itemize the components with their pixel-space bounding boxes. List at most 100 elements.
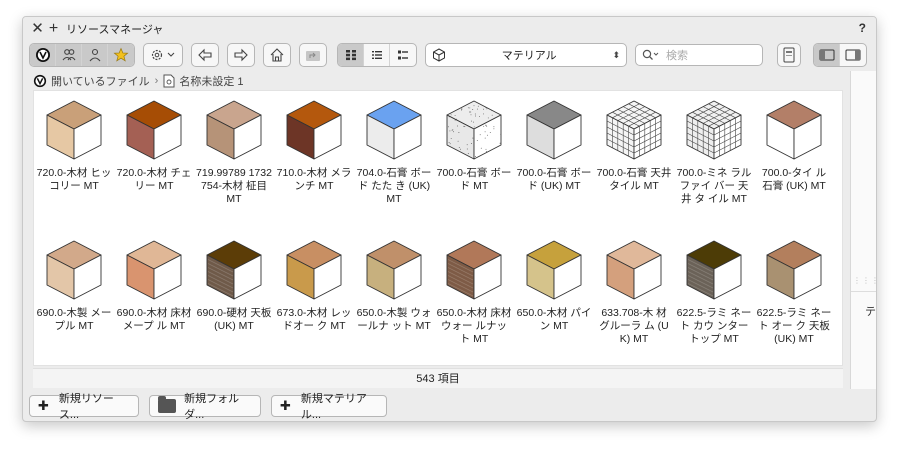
material-thumbnail[interactable]: 633.708-木 材 グルーラ ム (UK) MT	[594, 239, 674, 346]
detail-list-view-icon[interactable]	[390, 44, 416, 66]
resource-type-select[interactable]: マテリアル ⬍	[425, 43, 627, 67]
material-cube-icon	[446, 240, 502, 301]
new-resource-label: 新規リソース...	[58, 393, 114, 421]
bottom-bar: ✚ 新規リソース... 新規フォルダ... ✚ 新規マテリアル...	[29, 393, 397, 421]
add-icon[interactable]: +	[47, 21, 60, 37]
new-resource-button[interactable]: ✚ 新規リソース...	[29, 393, 139, 421]
material-thumbnail[interactable]: 650.0-木材 床材 ウォー ルナット MT	[434, 239, 514, 346]
arrow-left-icon	[198, 48, 212, 62]
material-cube-icon	[686, 100, 742, 160]
parent-folder-button[interactable]	[299, 43, 327, 67]
material-cube-icon	[366, 240, 422, 300]
folder-icon	[158, 396, 177, 413]
sidebar-right-icon[interactable]	[840, 44, 866, 66]
close-icon[interactable]: ✕	[31, 21, 44, 36]
user-icon[interactable]	[82, 44, 108, 66]
preview-pane-button[interactable]	[777, 43, 801, 67]
home-button[interactable]	[263, 43, 291, 67]
chevron-right-icon: ›	[154, 75, 159, 87]
favorites-star-icon[interactable]	[108, 44, 134, 66]
material-label: 720.0-木材 ヒッコリー MT	[36, 167, 112, 192]
thumbnail-view-icon[interactable]	[338, 44, 364, 66]
material-thumbnail[interactable]: 690.0-木材 床材 メープ ル MT	[114, 239, 194, 333]
material-cube-icon	[526, 100, 582, 160]
plus-icon: ✚	[38, 398, 49, 413]
material-thumbnail[interactable]: 650.0-木材 パイン MT	[514, 239, 594, 333]
arrow-right-icon	[234, 48, 248, 62]
splitter-handle[interactable]: ⋮⋮⋮	[853, 276, 876, 285]
breadcrumb-open-files[interactable]: 開いているファイル	[51, 73, 150, 89]
new-folder-label: 新規フォルダ...	[184, 393, 240, 421]
material-cube-icon	[446, 100, 502, 160]
material-thumbnail[interactable]: 700.0-タイ ル 石膏 (UK) MT	[754, 99, 834, 193]
material-label: 690.0-木材 床材 メープ ル MT	[116, 307, 192, 332]
material-label: 650.0-木材 パイン MT	[516, 307, 592, 332]
users-icon[interactable]	[56, 44, 82, 66]
material-thumbnail[interactable]: 700.0-石膏 ボード (UK) MT	[514, 99, 594, 193]
material-cube-icon	[286, 240, 342, 300]
material-thumbnail[interactable]: 622.5-ラミ ネート オー ク 天板 (UK) MT	[754, 239, 834, 346]
library-filter-group	[29, 43, 135, 67]
preview-side-panel: ⋮⋮⋮ テ	[850, 71, 876, 389]
breadcrumb: 開いているファイル › 名称未設定 1	[33, 71, 843, 91]
panel-layout-group	[813, 43, 867, 67]
material-cube-icon	[366, 100, 422, 160]
material-label: 700.0-石膏 ボード MT	[436, 167, 512, 192]
document-icon	[163, 74, 175, 88]
material-thumbnail[interactable]: 719.99789 1732754-木材 柾目 MT	[194, 99, 274, 206]
resource-grid: 720.0-木材 ヒッコリー MT 720.0-木材 チェリー MT 719.997…	[33, 90, 843, 366]
help-icon[interactable]: ?	[859, 21, 866, 35]
material-thumbnail[interactable]: 690.0-木製 メープル MT	[34, 239, 114, 333]
material-label: 710.0-木材 メランチ MT	[276, 167, 352, 192]
back-button[interactable]	[191, 43, 219, 67]
material-cube-icon	[606, 240, 662, 300]
material-thumbnail[interactable]: 720.0-木材 チェリー MT	[114, 99, 194, 193]
material-label: 719.99789 1732754-木材 柾目 MT	[196, 167, 272, 205]
material-thumbnail[interactable]: 704.0-石膏 ボード たた き (UK) MT	[354, 99, 434, 206]
material-label: 700.0-石膏 ボード (UK) MT	[516, 167, 592, 192]
view-mode-group	[337, 43, 417, 67]
vectorworks-logo-icon[interactable]	[30, 44, 56, 66]
material-thumbnail[interactable]: 622.5-ラミ ネート カウ ンタートップ MT	[674, 239, 754, 346]
home-icon	[270, 48, 284, 62]
settings-menu-button[interactable]	[143, 43, 183, 67]
material-label: 700.0-ミネ ラル ファイ バー 天井 タ イル MT	[676, 167, 752, 205]
material-label: 622.5-ラミ ネート オー ク 天板 (UK) MT	[756, 307, 832, 345]
material-thumbnail[interactable]: 710.0-木材 メランチ MT	[274, 99, 354, 193]
new-material-button[interactable]: ✚ 新規マテリアル...	[271, 393, 387, 421]
resource-type-value: マテリアル	[501, 50, 557, 62]
preview-panel-icon	[783, 47, 795, 63]
gear-icon	[151, 49, 175, 61]
chevron-updown-icon: ⬍	[612, 49, 620, 60]
search-input[interactable]: 検索	[635, 44, 763, 66]
material-cube-icon	[126, 100, 182, 160]
material-thumbnail[interactable]: 700.0-ミネ ラル ファイ バー 天井 タ イル MT	[674, 99, 754, 206]
material-thumbnail[interactable]: 720.0-木材 ヒッコリー MT	[34, 99, 114, 193]
new-folder-button[interactable]: 新規フォルダ...	[149, 393, 261, 421]
material-thumbnail[interactable]: 690.0-硬材 天板 (UK) MT	[194, 239, 274, 333]
plus-icon: ✚	[280, 398, 291, 413]
material-cube-icon	[606, 100, 662, 160]
material-cube-icon	[126, 240, 182, 300]
material-label: 704.0-石膏 ボード たた き (UK) MT	[356, 167, 432, 205]
search-icon	[642, 49, 659, 60]
breadcrumb-file[interactable]: 名称未設定 1	[179, 73, 243, 89]
sidebar-left-icon[interactable]	[814, 44, 840, 66]
material-thumbnail[interactable]: 673.0-木材 レッドオー ク MT	[274, 239, 354, 333]
material-thumbnail[interactable]: 700.0-石膏 ボード MT	[434, 99, 514, 193]
material-label: 650.0-木材 床材 ウォー ルナット MT	[436, 307, 512, 345]
material-cube-icon	[206, 100, 262, 160]
window-title: リソースマネージャ	[66, 24, 164, 36]
title-bar: ✕ + リソースマネージャ ?	[23, 17, 876, 41]
material-label: 650.0-木製 ウォールナ ット MT	[356, 307, 432, 332]
vectorworks-logo-icon	[33, 74, 47, 88]
material-thumbnail[interactable]: 650.0-木製 ウォールナ ット MT	[354, 239, 434, 333]
material-label: 690.0-木製 メープル MT	[36, 307, 112, 332]
material-label: 720.0-木材 チェリー MT	[116, 167, 192, 192]
item-count-status: 543 項目	[33, 368, 843, 388]
forward-button[interactable]	[227, 43, 255, 67]
material-thumbnail[interactable]: 700.0-石膏 天井 タイル MT	[594, 99, 674, 193]
material-cube-icon	[433, 48, 445, 62]
list-view-icon[interactable]	[364, 44, 390, 66]
material-cube-icon	[286, 100, 342, 160]
